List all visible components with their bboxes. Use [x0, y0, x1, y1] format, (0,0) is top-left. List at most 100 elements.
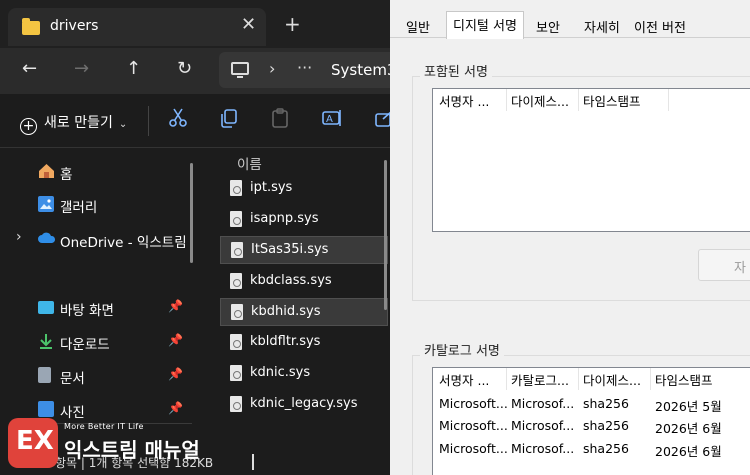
- column-header-catalog[interactable]: 카탈로그...: [511, 370, 577, 389]
- column-divider[interactable]: [506, 368, 507, 390]
- tab-digital-signatures[interactable]: 디지털 서명: [446, 11, 524, 39]
- sidebar-item-home[interactable]: 홈: [0, 158, 196, 186]
- file-name: kbdclass.sys: [250, 273, 332, 288]
- timestamp-cell: 2026년 6월: [655, 444, 722, 459]
- table-row[interactable]: Microsoft... Microsof... sha256 2026년 6월: [433, 438, 750, 460]
- file-name: kdnic.sys: [250, 365, 311, 380]
- digest-cell: sha256: [583, 418, 629, 433]
- file-name: kdnic_legacy.sys: [250, 396, 358, 411]
- pin-icon[interactable]: 📌: [168, 367, 183, 381]
- file-name: ItSas35i.sys: [251, 242, 329, 257]
- embedded-signatures-list[interactable]: 서명자 ... 다이제스... 타임스탬프: [432, 88, 750, 232]
- file-row-selected[interactable]: ItSas35i.sys: [220, 236, 388, 264]
- documents-icon: [38, 367, 51, 383]
- signer-cell: Microsoft...: [439, 441, 508, 456]
- new-button-label: 새로 만들기: [44, 115, 113, 131]
- tab-details[interactable]: 자세히: [578, 14, 626, 38]
- share-icon[interactable]: [372, 107, 390, 131]
- column-header-timestamp[interactable]: 타임스탬프: [583, 91, 673, 110]
- file-list-scrollbar[interactable]: [384, 160, 387, 310]
- system-file-icon: [230, 334, 242, 350]
- file-row[interactable]: kbldfltr.sys: [220, 329, 388, 357]
- column-header-signer[interactable]: 서명자 ...: [439, 91, 507, 110]
- plus-circle-icon: +: [20, 118, 37, 135]
- pin-icon[interactable]: 📌: [168, 299, 183, 313]
- up-arrow-icon[interactable]: ↑: [126, 58, 141, 79]
- close-tab-icon[interactable]: ✕: [241, 14, 256, 35]
- details-button[interactable]: 자: [698, 249, 750, 281]
- onedrive-icon: [38, 231, 56, 247]
- copy-icon[interactable]: [217, 107, 241, 131]
- column-header-signer[interactable]: 서명자 ...: [439, 370, 507, 389]
- folder-icon: [22, 18, 40, 35]
- file-row[interactable]: kbdclass.sys: [220, 268, 388, 296]
- tab-title: drivers: [50, 18, 99, 34]
- sidebar-item-label: 다운로드: [60, 337, 110, 353]
- download-icon: [38, 333, 54, 349]
- pin-icon[interactable]: 📌: [168, 333, 183, 347]
- signer-cell: Microsoft...: [439, 396, 508, 411]
- rename-icon[interactable]: A: [320, 107, 344, 131]
- column-header-name[interactable]: 이름: [237, 153, 262, 173]
- system-file-icon: [230, 365, 242, 381]
- column-header-digest[interactable]: 다이제스...: [583, 370, 649, 389]
- sidebar-scrollbar[interactable]: [190, 163, 193, 263]
- breadcrumb-system32[interactable]: System3: [331, 61, 390, 79]
- breadcrumb-overflow-icon[interactable]: ···: [297, 58, 312, 77]
- address-bar[interactable]: › ··· System3: [219, 52, 390, 88]
- sidebar-item-label: 문서: [60, 371, 85, 387]
- sidebar-item-desktop[interactable]: 바탕 화면 📌: [0, 294, 196, 322]
- sidebar-item-label: OneDrive - 익스트림: [60, 235, 187, 251]
- tab-drivers[interactable]: drivers ✕: [8, 8, 266, 46]
- home-icon: [38, 163, 54, 179]
- new-button[interactable]: + 새로 만들기 ⌄: [20, 112, 127, 135]
- sidebar-item-onedrive[interactable]: › OneDrive - 익스트림: [0, 226, 196, 254]
- command-bar: + 새로 만들기 ⌄ A: [0, 94, 390, 148]
- refresh-icon[interactable]: ↻: [177, 58, 192, 79]
- file-row[interactable]: kdnic_legacy.sys: [220, 391, 388, 419]
- file-row[interactable]: isapnp.sys: [220, 206, 388, 234]
- column-divider[interactable]: [578, 368, 579, 390]
- timestamp-cell: 2026년 6월: [655, 421, 722, 436]
- chevron-down-icon: ⌄: [118, 119, 128, 130]
- toolbar-divider: [148, 106, 149, 136]
- system-file-icon: [230, 396, 242, 412]
- details-button-label: 자: [734, 261, 746, 276]
- desktop-icon: [38, 301, 54, 314]
- pin-icon[interactable]: 📌: [168, 401, 183, 415]
- file-name: kbldfltr.sys: [250, 334, 321, 349]
- sidebar-item-label: 홈: [60, 167, 73, 183]
- timestamp-cell: 2026년 5월: [655, 399, 722, 414]
- column-divider[interactable]: [650, 368, 651, 390]
- chevron-right-icon[interactable]: ›: [269, 59, 275, 78]
- watermark-name: 익스트림 매뉴얼: [64, 438, 200, 462]
- sidebar-item-label: 사진: [60, 405, 85, 421]
- table-row[interactable]: Microsoft... Microsof... sha256 2026년 5월: [433, 393, 750, 415]
- column-divider[interactable]: [578, 89, 579, 111]
- tab-previous-versions[interactable]: 이전 버전: [628, 14, 692, 38]
- new-tab-button[interactable]: +: [284, 12, 301, 36]
- sidebar-item-documents[interactable]: 문서 📌: [0, 362, 196, 390]
- column-header-digest[interactable]: 다이제스...: [511, 91, 577, 110]
- forward-arrow-icon[interactable]: →: [74, 58, 89, 79]
- column-divider[interactable]: [506, 89, 507, 111]
- table-row[interactable]: Microsoft... Microsof... sha256 2026년 6월: [433, 415, 750, 437]
- tab-security[interactable]: 보안: [530, 14, 566, 38]
- file-row[interactable]: kdnic.sys: [220, 360, 388, 388]
- column-divider[interactable]: [668, 89, 669, 111]
- sidebar-item-downloads[interactable]: 다운로드 📌: [0, 328, 196, 356]
- cut-icon[interactable]: [166, 107, 190, 131]
- file-properties-dialog: 일반 디지털 서명 보안 자세히 이전 버전 포함된 서명 서명자 ... 다이…: [390, 0, 750, 475]
- explorer-tab-bar: drivers ✕ +: [0, 0, 390, 48]
- catalog-signatures-list[interactable]: 서명자 ... 카탈로그... 다이제스... 타임스탬프 Microsoft.…: [432, 367, 750, 475]
- system-file-icon: [231, 242, 243, 258]
- column-header-timestamp[interactable]: 타임스탬프: [655, 370, 745, 389]
- sidebar-item-gallery[interactable]: 갤러리: [0, 191, 196, 219]
- expand-chevron-icon[interactable]: ›: [16, 229, 22, 245]
- file-row[interactable]: ipt.sys: [220, 175, 388, 203]
- tab-general[interactable]: 일반: [400, 14, 436, 38]
- file-name: ipt.sys: [250, 180, 293, 195]
- back-arrow-icon[interactable]: ←: [22, 58, 37, 79]
- file-row-selected[interactable]: kbdhid.sys: [220, 298, 388, 326]
- paste-icon[interactable]: [268, 107, 292, 131]
